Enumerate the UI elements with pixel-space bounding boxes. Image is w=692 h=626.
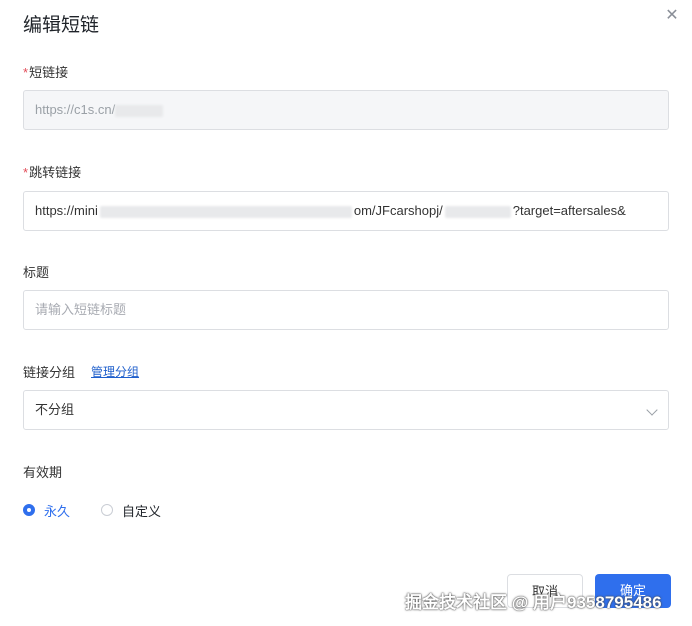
close-icon[interactable]: ✕ [664,8,680,24]
edit-short-link-dialog: 编辑短链 ✕ *短链接 https://c1s.cn/ *跳转链接 https:… [0,0,692,626]
group-label: 链接分组 [23,365,76,380]
title-placeholder: 请输入短链标题 [35,302,127,317]
short-link-label: *短链接 [23,65,69,80]
group-selected-value: 不分组 [35,402,75,417]
redacted-mask [115,104,164,117]
radio-permanent[interactable]: 永久 [23,501,70,520]
validity-label: 有效期 [23,465,63,480]
required-mark: * [23,65,29,80]
title-label: 标题 [23,265,50,280]
redirect-link-value-start: https://mini [35,203,98,218]
title-input[interactable]: 请输入短链标题 [23,290,669,330]
redirect-link-value-end: ?target=aftersales& [512,203,626,218]
radio-unchecked-icon [101,504,114,516]
validity-radio-group: 永久 自定义 [23,500,161,520]
redirect-link-value-mid: om/JFcarshopj/ [353,203,443,218]
short-link-value: https://c1s.cn/ [35,102,116,117]
radio-checked-icon [23,504,35,516]
chevron-down-icon [646,404,658,416]
required-mark: * [23,165,29,180]
redacted-mask [99,205,352,218]
dialog-title: 编辑短链 [23,15,100,36]
redacted-mask [444,205,511,218]
manage-groups-link[interactable]: 管理分组 [91,363,139,380]
group-select[interactable]: 不分组 [23,390,669,430]
short-link-field: https://c1s.cn/ [23,90,669,130]
redirect-link-input[interactable]: https://mini om/JFcarshopj/ ?target=afters… [23,191,669,231]
radio-custom[interactable]: 自定义 [101,501,161,520]
redirect-link-label: *跳转链接 [23,165,82,180]
watermark: 掘金技术社区 @ 用户9358795486 [405,593,662,612]
